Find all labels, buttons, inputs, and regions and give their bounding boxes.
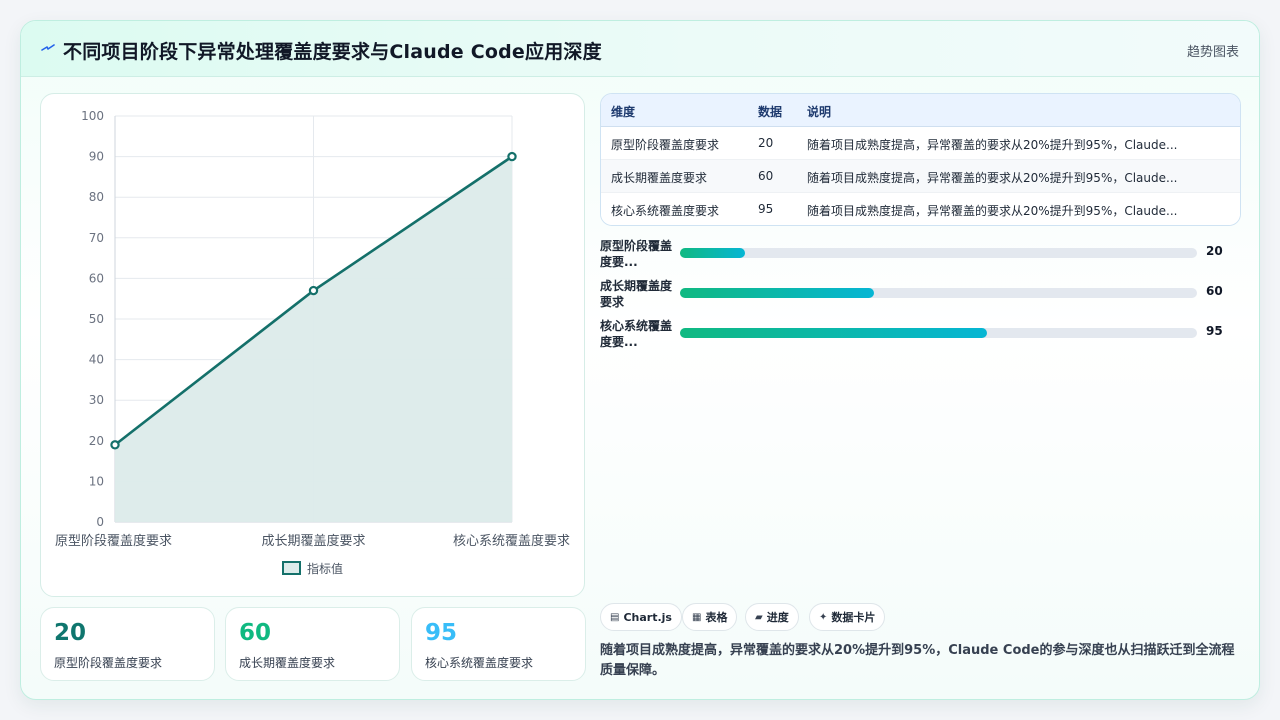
tag-table[interactable]: ▦ 表格	[682, 603, 738, 631]
progress-value: 20	[1206, 244, 1223, 258]
y-tick-label: 80	[89, 190, 104, 204]
stat-card-core: 95 核心系统覆盖度要求	[411, 607, 586, 681]
line-chart: 0 10 20 30 40 50 60 70 80 90 100 原型阶段覆盖度要求 成长期覆盖度要求 核…	[40, 93, 585, 597]
table-cell: 60	[758, 169, 774, 183]
y-tick-label: 60	[89, 271, 104, 285]
legend-swatch	[282, 561, 301, 575]
progress-row-growth: 成长期覆盖度要求 60	[600, 278, 1241, 314]
table-cell: 随着项目成熟度提高，异常覆盖的要求从20%提升到95%，Claude...	[807, 138, 1178, 152]
table-row: 原型阶段覆盖度要求 20 随着项目成熟度提高，异常覆盖的要求从20%提升到95%…	[601, 127, 1240, 160]
data-point	[507, 151, 517, 162]
y-tick-label: 90	[89, 150, 104, 164]
sparkle-icon: ✦	[819, 611, 828, 623]
progress-fill	[680, 248, 745, 258]
progress-row-prototype: 原型阶段覆盖度要... 20	[600, 238, 1241, 274]
chart-icon: ▤	[610, 611, 620, 623]
data-point	[110, 440, 120, 450]
table-row: 核心系统覆盖度要求 95 随着项目成熟度提高，异常覆盖的要求从20%提升到95%…	[601, 193, 1240, 225]
y-tick-label: 100	[81, 109, 104, 123]
y-tick-label: 0	[96, 515, 104, 529]
table-icon: ▦	[692, 611, 702, 623]
data-table: 维度 数据 说明 原型阶段覆盖度要求 20 随着项目成熟度提高，异常覆盖的要求从…	[600, 93, 1241, 226]
table-cell: 核心系统覆盖度要求	[611, 204, 720, 218]
x-tick-label: 原型阶段覆盖度要求	[55, 533, 172, 549]
y-tick-label: 10	[89, 474, 104, 488]
tag-label: 数据卡片	[831, 611, 876, 624]
tag-label: 表格	[705, 611, 728, 624]
table-row: 成长期覆盖度要求 60 随着项目成熟度提高，异常覆盖的要求从20%提升到95%，…	[601, 160, 1240, 193]
stat-label: 成长期覆盖度要求	[239, 656, 336, 670]
progress-label: 成长期覆盖度要求	[600, 279, 673, 309]
table-cell: 随着项目成熟度提高，异常覆盖的要求从20%提升到95%，Claude...	[807, 204, 1178, 218]
lightning-icon	[41, 44, 55, 51]
table-cell: 20	[758, 136, 774, 150]
progress-track	[680, 328, 1197, 338]
table-cell: 随着项目成熟度提高，异常覆盖的要求从20%提升到95%，Claude...	[807, 171, 1178, 185]
column-header: 数据	[758, 105, 783, 119]
progress-track	[680, 288, 1197, 298]
table-cell: 95	[758, 202, 774, 216]
table-header-row: 维度 数据 说明	[601, 94, 1240, 127]
progress-value: 60	[1206, 284, 1223, 298]
y-tick-label: 30	[89, 393, 104, 407]
progress-track	[680, 248, 1197, 258]
progress-label: 核心系统覆盖度要...	[600, 319, 673, 349]
tag-data-card[interactable]: ✦ 数据卡片	[809, 603, 886, 631]
chart-svg: 0 10 20 30 40 50 60 70 80 90 100 原型阶段覆盖度要求 成长期覆盖度要求 核…	[55, 109, 570, 576]
table-cell: 成长期覆盖度要求	[611, 171, 708, 185]
stat-label: 原型阶段覆盖度要求	[54, 656, 163, 670]
progress-label: 原型阶段覆盖度要...	[600, 239, 673, 269]
chart-kind-label: 趋势图表	[1186, 45, 1239, 60]
column-header: 说明	[807, 105, 832, 119]
x-tick-label: 成长期覆盖度要求	[261, 533, 365, 549]
y-tick-label: 70	[89, 231, 104, 245]
progress-icon: ▰	[755, 611, 763, 623]
stat-value: 20	[54, 620, 87, 646]
summary-text: 随着项目成熟度提高，异常覆盖的要求从20%提升到95%，Claude Code的…	[600, 643, 1235, 678]
stat-label: 核心系统覆盖度要求	[425, 656, 534, 670]
progress-value: 95	[1206, 324, 1223, 338]
stat-value: 60	[239, 620, 272, 646]
data-point	[308, 285, 319, 296]
progress-row-core: 核心系统覆盖度要... 95	[600, 318, 1241, 354]
page-title: 不同项目阶段下异常处理覆盖度要求与Claude Code应用深度	[63, 41, 602, 63]
table-cell: 原型阶段覆盖度要求	[611, 138, 720, 152]
y-tick-label: 20	[89, 434, 104, 448]
stat-value: 95	[425, 620, 458, 646]
tag-progress[interactable]: ▰ 进度	[745, 603, 799, 631]
tag-label: 进度	[766, 611, 789, 624]
card-header: 不同项目阶段下异常处理覆盖度要求与Claude Code应用深度 趋势图表	[21, 21, 1259, 77]
tag-label: Chart.js	[623, 610, 672, 624]
stat-card-growth: 60 成长期覆盖度要求	[225, 607, 400, 681]
trend-card: 不同项目阶段下异常处理覆盖度要求与Claude Code应用深度 趋势图表 0 1…	[20, 20, 1260, 700]
stat-card-prototype: 20 原型阶段覆盖度要求	[40, 607, 215, 681]
legend-label: 指标值	[307, 561, 343, 576]
x-tick-label: 核心系统覆盖度要求	[453, 533, 570, 549]
column-header: 维度	[611, 105, 636, 119]
progress-fill	[680, 288, 874, 298]
progress-fill	[680, 328, 987, 338]
y-tick-label: 50	[89, 312, 104, 326]
tag-chartjs[interactable]: ▤ Chart.js	[600, 603, 682, 631]
y-tick-label: 40	[89, 353, 104, 367]
